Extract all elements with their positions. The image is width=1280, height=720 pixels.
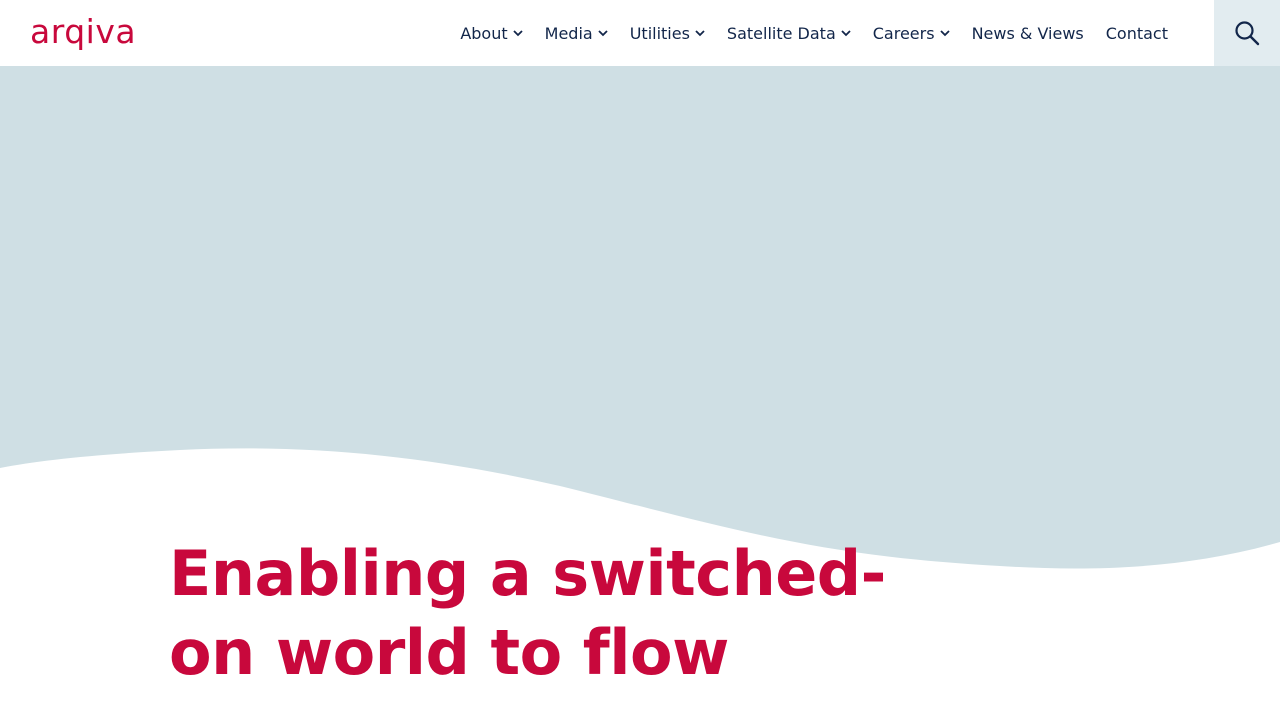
site-header: arqiva About Media Utilities Satellite D…	[0, 0, 1280, 66]
chevron-down-icon	[841, 30, 851, 37]
nav-item-contact[interactable]: Contact	[1106, 24, 1168, 43]
nav-item-label: Satellite Data	[726, 23, 836, 43]
nav-item-about[interactable]: About	[460, 23, 523, 43]
main-nav: About Media Utilities Satellite Data Car…	[460, 0, 1168, 66]
nav-item-label: Contact	[1105, 23, 1168, 43]
search-button[interactable]	[1214, 0, 1280, 66]
nav-item-satellite-data[interactable]: Satellite Data	[727, 24, 851, 43]
nav-item-label: Media	[544, 23, 593, 43]
hero-wave-background	[0, 66, 1280, 569]
chevron-down-icon	[513, 30, 523, 37]
nav-item-label: News & Views	[971, 23, 1084, 43]
nav-item-label: About	[460, 23, 508, 43]
arqiva-logo[interactable]: arqiva	[30, 12, 170, 52]
nav-item-news-views[interactable]: News & Views	[972, 24, 1084, 43]
logo-text: arqiva	[30, 12, 137, 51]
nav-item-careers[interactable]: Careers	[873, 24, 950, 43]
nav-item-label: Careers	[872, 23, 935, 43]
hero-headline: Enabling a switched-on world to flow	[169, 537, 886, 689]
chevron-down-icon	[598, 30, 608, 37]
nav-item-label: Utilities	[629, 23, 690, 43]
chevron-down-icon	[939, 30, 950, 37]
chevron-down-icon	[695, 30, 705, 37]
nav-item-utilities[interactable]: Utilities	[630, 24, 705, 43]
search-icon	[1235, 21, 1260, 46]
nav-item-media[interactable]: Media	[545, 24, 608, 43]
